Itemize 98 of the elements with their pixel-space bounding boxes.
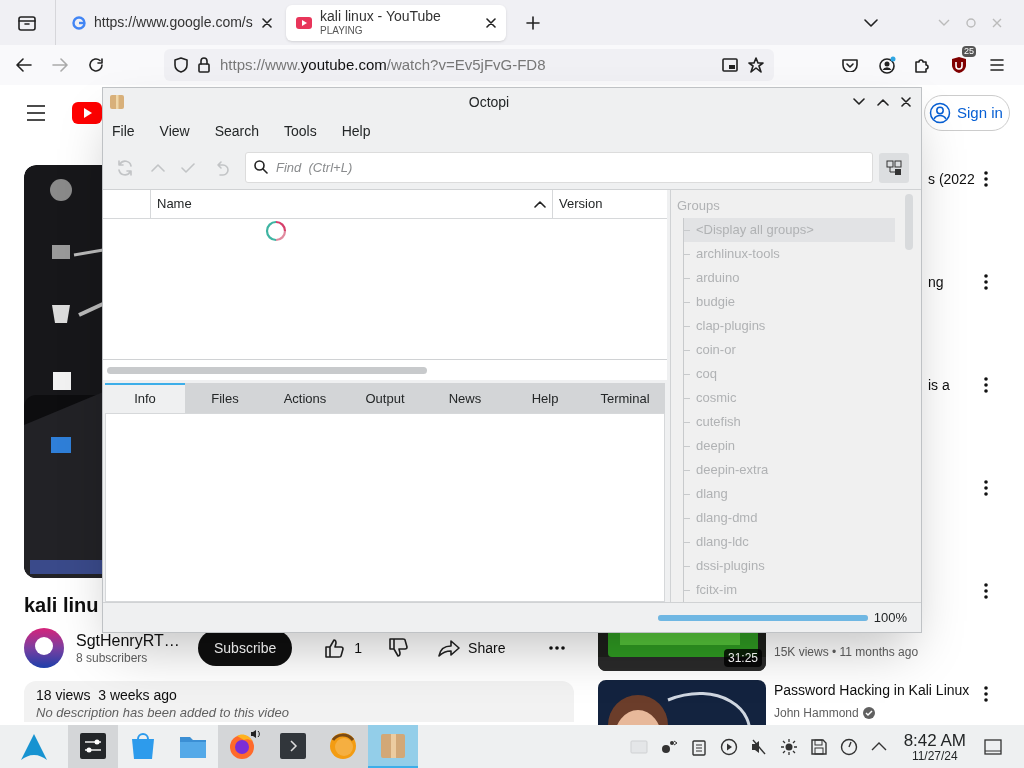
tab-title: https://www.google.com/s [94,13,254,32]
media-play-icon[interactable] [719,737,738,756]
menu-item[interactable]: File [112,120,135,142]
browser-tab[interactable]: kali linux - YouTube PLAYING [286,4,506,41]
url-text: https://www.youtube.com/watch?v=Ev5jFvG-FD8 [220,54,546,75]
extension-badge: 25 [962,46,976,57]
view-stats: 18 views 3 weeks ago [36,687,178,704]
taskbar-app[interactable] [218,725,268,768]
video-site-icon [296,16,312,29]
more-icon[interactable] [549,646,566,650]
channel-name[interactable]: SgtHenryRT… [76,630,186,651]
loading-spinner-icon [265,220,287,242]
verified-check-icon [862,707,875,719]
more-vertical-icon[interactable] [984,377,988,393]
video-meta: 15K views • 11 months ago [774,645,920,660]
browser-tab[interactable]: https://www.google.com/s [62,4,282,41]
like-button[interactable]: 1 [324,630,363,666]
account-icon [929,102,951,124]
shield-icon [174,57,188,73]
taskbar-app[interactable] [68,725,118,768]
thumbs-down-icon[interactable] [388,638,409,658]
panel-header: Groups [677,197,721,215]
tree-view-icon [886,159,902,176]
tab[interactable]: Files [185,383,265,413]
more-vertical-icon[interactable] [984,480,988,496]
menu-item[interactable]: Tools [284,120,317,142]
menu-item[interactable]: Search [214,120,259,142]
menu-icon[interactable] [26,105,46,121]
muted-speaker-icon[interactable] [749,737,768,756]
video-title[interactable]: is a [928,377,950,393]
account-icon[interactable] [878,56,896,74]
bookmark-star-icon[interactable] [748,57,764,73]
video-title[interactable]: ng [928,274,944,290]
puzzle-piece-icon[interactable] [914,57,930,73]
picture-in-picture-icon[interactable] [722,58,738,72]
search-field[interactable]: Find (Ctrl+L) [245,152,873,183]
maximize-icon[interactable] [877,98,889,106]
menu-item[interactable]: View [159,120,190,142]
more-vertical-icon[interactable] [984,171,988,187]
shield-extension-icon[interactable] [951,56,967,74]
description-text: No description has been added to this video [36,705,290,720]
video-title[interactable]: Password Hacking in Kali Linux [774,682,984,700]
tab-list-icon[interactable] [18,14,36,31]
back-icon[interactable] [16,58,32,72]
progress-percent: 100% [873,608,907,627]
column-header[interactable]: Version [553,190,667,218]
scrollbar-thumb[interactable] [107,366,427,374]
tab[interactable]: Info [105,383,185,413]
package-icon [109,94,125,110]
close-icon[interactable] [262,17,272,28]
more-vertical-icon[interactable] [984,583,988,599]
gauge-icon[interactable] [839,737,858,756]
group-view-button[interactable] [879,152,909,183]
menu-icon[interactable] [990,59,1004,71]
tab[interactable]: Terminal [585,383,665,413]
close-icon[interactable] [901,97,911,107]
menu-item[interactable]: Help [341,120,371,142]
more-vertical-icon[interactable] [984,686,988,702]
pocket-icon[interactable] [842,58,858,72]
clock-date[interactable]: 11/27/24 [911,749,958,762]
channel-name[interactable]: John Hammond [774,705,859,721]
column-header[interactable]: Name [151,190,553,218]
close-icon[interactable] [486,17,496,28]
show-desktop-icon[interactable] [984,737,1002,756]
video-title: kali linu [24,593,100,617]
tab[interactable]: News [425,383,505,413]
lock-icon [198,57,210,73]
tab[interactable]: Actions [265,383,345,413]
brightness-icon[interactable] [779,737,798,756]
thumbs-up-icon [324,638,345,658]
tab-status: PLAYING [320,25,364,38]
search-engine-icon [72,15,86,30]
sort-ascending-icon [534,200,546,208]
channel-avatar [24,628,64,668]
share-button[interactable]: Share [438,630,506,666]
tab[interactable]: Output [345,383,425,413]
address-bar[interactable]: https://www.youtube.com/watch?v=Ev5jFvG-FD8 [164,49,774,81]
minimize-icon[interactable] [853,98,865,106]
launcher-icon[interactable] [20,732,48,761]
scrollbar-thumb[interactable] [905,194,913,250]
clipboard-icon[interactable] [689,737,708,756]
video-duration: 31:25 [723,649,762,667]
speaker-icon [250,729,260,739]
tab[interactable]: Help [505,383,585,413]
more-vertical-icon[interactable] [984,274,988,290]
checkmark-icon[interactable] [181,162,195,173]
subscriber-count: 8 subscribers [76,650,149,666]
share-arrow-icon [438,639,461,657]
window-title: Octopi [467,92,511,112]
new-tab-icon[interactable] [526,15,540,30]
video-logo-icon [72,102,102,124]
search-icon [254,160,268,174]
tab-title: kali linux - YouTube [320,7,442,25]
clock-time[interactable]: 8:42 AM [903,731,966,749]
video-title[interactable]: s (2022 [928,171,975,187]
reload-icon[interactable] [88,57,104,73]
taskbar-app[interactable] [318,725,368,768]
chevron-down-icon[interactable] [864,18,878,27]
